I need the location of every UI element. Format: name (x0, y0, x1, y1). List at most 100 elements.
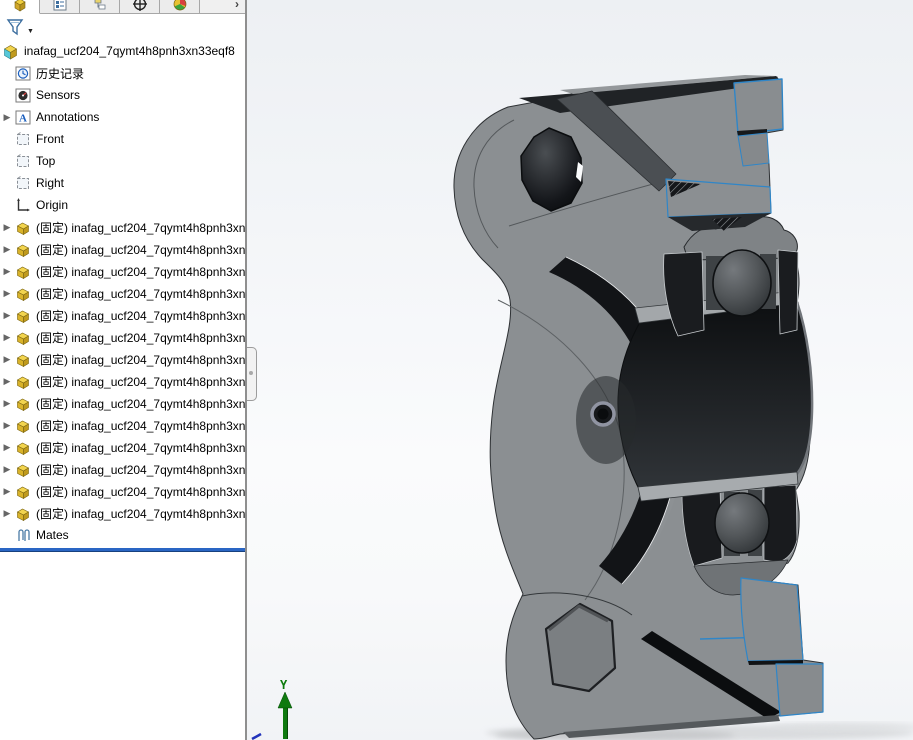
expand-arrow-icon[interactable]: ▶ (0, 348, 14, 370)
part-icon (14, 505, 32, 522)
tree-item-component[interactable]: ▶ (固定) inafag_ucf204_7qymt4h8pnh3xn33eqf8 (0, 282, 245, 304)
graphics-viewport[interactable]: Y (247, 0, 913, 740)
tab-overflow-chevron[interactable]: › (235, 0, 239, 11)
part-icon (14, 307, 32, 324)
expand-arrow-icon[interactable]: ▶ (0, 106, 14, 128)
tree-item-annotations[interactable]: ▶ A Annotations (0, 106, 245, 128)
expand-arrow-icon[interactable]: ▶ (0, 238, 14, 260)
expand-arrow-icon[interactable]: ▶ (0, 216, 14, 238)
sensors-label: Sensors (36, 88, 80, 102)
tree-item-component[interactable]: ▶(固定) inafag_ucf204_7qymt4h8pnh3xn33eqf8 (0, 304, 245, 326)
filter-dropdown-arrow[interactable]: ▼ (27, 28, 34, 35)
tree-item-component[interactable]: ▶ (固定) inafag_ucf204_7qymt4h8pnh3xn33eqf8 (0, 392, 245, 414)
component-label: (固定) inafag_ucf204_7qymt4h8pnh3xn33eqf8 (36, 219, 245, 236)
expand-arrow-icon[interactable]: ▶ (0, 304, 14, 326)
ucf204-bearing-model[interactable] (454, 75, 823, 739)
annotations-icon: A (14, 109, 32, 126)
assembly-icon (2, 43, 20, 60)
component-label: (固定) inafag_ucf204_7qymt4h8pnh3xn33eqf8 (36, 285, 245, 302)
front-plane-label: Front (36, 132, 64, 146)
component-label: (固定) inafag_ucf204_7qymt4h8pnh3xn33eqf8 (36, 329, 245, 346)
filter-funnel-icon[interactable] (6, 18, 25, 37)
part-icon (14, 241, 32, 258)
tab-propertymanager[interactable] (40, 0, 80, 13)
tree-item-component[interactable]: ▶ (固定) inafag_ucf204_7qymt4h8pnh3xn33eqf8 (0, 436, 245, 458)
mates-label: Mates (36, 528, 69, 542)
expand-arrow-icon[interactable]: ▶ (0, 436, 14, 458)
configurationmanager-icon (92, 0, 108, 12)
component-label: (固定) inafag_ucf204_7qymt4h8pnh3xn33eqf8 (36, 395, 245, 412)
tree-item-assembly-root[interactable]: inafag_ucf204_7qymt4h8pnh3xn33eqf8 (0, 40, 245, 62)
tree-item-component[interactable]: ▶ (固定) inafag_ucf204_7qymt4h8pnh3xn33eqf8 (0, 480, 245, 502)
tree-item-mates[interactable]: Mates (0, 524, 245, 546)
component-label: (固定) inafag_ucf204_7qymt4h8pnh3xn33eqf8 (36, 417, 245, 434)
tree-item-component[interactable]: ▶ (固定) inafag_ucf204_7qymt4h8pnh3xn33eqf8 (0, 260, 245, 282)
tree-item-component[interactable]: ▶(固定) inafag_ucf204_7qymt4h8pnh3xn33eqf8 (0, 370, 245, 392)
tree-item-component[interactable]: ▶ (固定) inafag_ucf204_7qymt4h8pnh3xn33eqf8 (0, 326, 245, 348)
model-ball-top (713, 250, 771, 316)
panel-splitter-handle[interactable] (247, 347, 257, 401)
tab-appearances[interactable] (160, 0, 200, 13)
expand-arrow-icon[interactable]: ▶ (0, 502, 14, 524)
origin-label: Origin (36, 198, 68, 212)
expand-arrow-icon[interactable]: ▶ (0, 480, 14, 502)
tree-item-component[interactable]: ▶ (固定) inafag_ucf204_7qymt4h8pnh3xn33eqf8 (0, 502, 245, 524)
part-icon (14, 417, 32, 434)
component-label: (固定) inafag_ucf204_7qymt4h8pnh3xn33eqf8 (36, 263, 245, 280)
triad-z-axis-stub (252, 734, 261, 739)
part-icon (14, 461, 32, 478)
expand-arrow-icon[interactable]: ▶ (0, 392, 14, 414)
component-label: (固定) inafag_ucf204_7qymt4h8pnh3xn33eqf8 (36, 461, 245, 478)
part-icon (14, 263, 32, 280)
part-icon (14, 285, 32, 302)
tree-item-sensors[interactable]: Sensors (0, 84, 245, 106)
model-cut-block-c[interactable] (741, 578, 803, 661)
tree-item-front-plane[interactable]: Front (0, 128, 245, 150)
component-label: (固定) inafag_ucf204_7qymt4h8pnh3xn33eqf8 (36, 483, 245, 500)
tree-item-top-plane[interactable]: Top (0, 150, 245, 172)
annotations-label: Annotations (36, 110, 99, 124)
tree-item-right-plane[interactable]: Right (0, 172, 245, 194)
part-icon (14, 351, 32, 368)
featuremanager-part-icon (12, 0, 28, 12)
expand-arrow-icon[interactable]: ▶ (0, 414, 14, 436)
expand-arrow-icon[interactable]: ▶ (0, 458, 14, 480)
tree-splitter-bar[interactable] (0, 548, 245, 552)
expand-arrow-icon[interactable]: ▶ (0, 282, 14, 304)
origin-icon (14, 197, 32, 214)
model-cut-block-d[interactable] (776, 664, 823, 716)
tree-item-component[interactable]: ▶(固定) inafag_ucf204_7qymt4h8pnh3xn33eqf8 (0, 348, 245, 370)
feature-tree: inafag_ucf204_7qymt4h8pnh3xn33eqf8 历史记录 (0, 40, 245, 552)
tab-displaymanager[interactable] (120, 0, 160, 13)
history-icon (14, 65, 32, 82)
displaymanager-target-icon (132, 0, 148, 12)
part-icon (14, 373, 32, 390)
expand-arrow-icon[interactable]: ▶ (0, 326, 14, 348)
tree-item-component[interactable]: ▶ (固定) inafag_ucf204_7qymt4h8pnh3xn33eqf8 (0, 458, 245, 480)
model-cut-block-b[interactable] (738, 133, 769, 166)
expand-arrow-icon[interactable]: ▶ (0, 260, 14, 282)
tab-featuremanager[interactable] (0, 0, 40, 14)
model-setscrew-hole (598, 409, 609, 420)
tree-item-origin[interactable]: Origin (0, 194, 245, 216)
propertymanager-icon (52, 0, 68, 12)
part-icon (14, 219, 32, 236)
tree-item-component[interactable]: ▶ (固定) inafag_ucf204_7qymt4h8pnh3xn33eqf8 (0, 414, 245, 436)
history-label: 历史记录 (36, 65, 84, 82)
tree-item-history[interactable]: 历史记录 (0, 62, 245, 84)
part-icon (14, 329, 32, 346)
tab-configurationmanager[interactable] (80, 0, 120, 13)
part-icon (14, 483, 32, 500)
tree-item-component[interactable]: ▶(固定) inafag_ucf204_7qymt4h8pnh3xn33eqf8 (0, 238, 245, 260)
triad-y-label: Y (280, 678, 288, 692)
assembly-root-label: inafag_ucf204_7qymt4h8pnh3xn33eqf8 (24, 44, 235, 58)
tree-item-component[interactable]: ▶ (固定) inafag_ucf204_7qymt4h8pnh3xn33eqf8 (0, 216, 245, 238)
component-label: (固定) inafag_ucf204_7qymt4h8pnh3xn33eqf8 (36, 439, 245, 456)
feature-manager-panel: › ▼ inafag_ucf204_7qymt4h8pnh3xn33eqf8 (0, 0, 245, 740)
expand-arrow-icon[interactable]: ▶ (0, 370, 14, 392)
model-cut-block-a[interactable] (734, 79, 783, 134)
component-label: (固定) inafag_ucf204_7qymt4h8pnh3xn33eqf8 (36, 505, 245, 522)
triad-y-arrowhead (278, 692, 292, 708)
model-canvas: Y (247, 0, 913, 740)
filter-toolbar: ▼ (0, 14, 245, 40)
